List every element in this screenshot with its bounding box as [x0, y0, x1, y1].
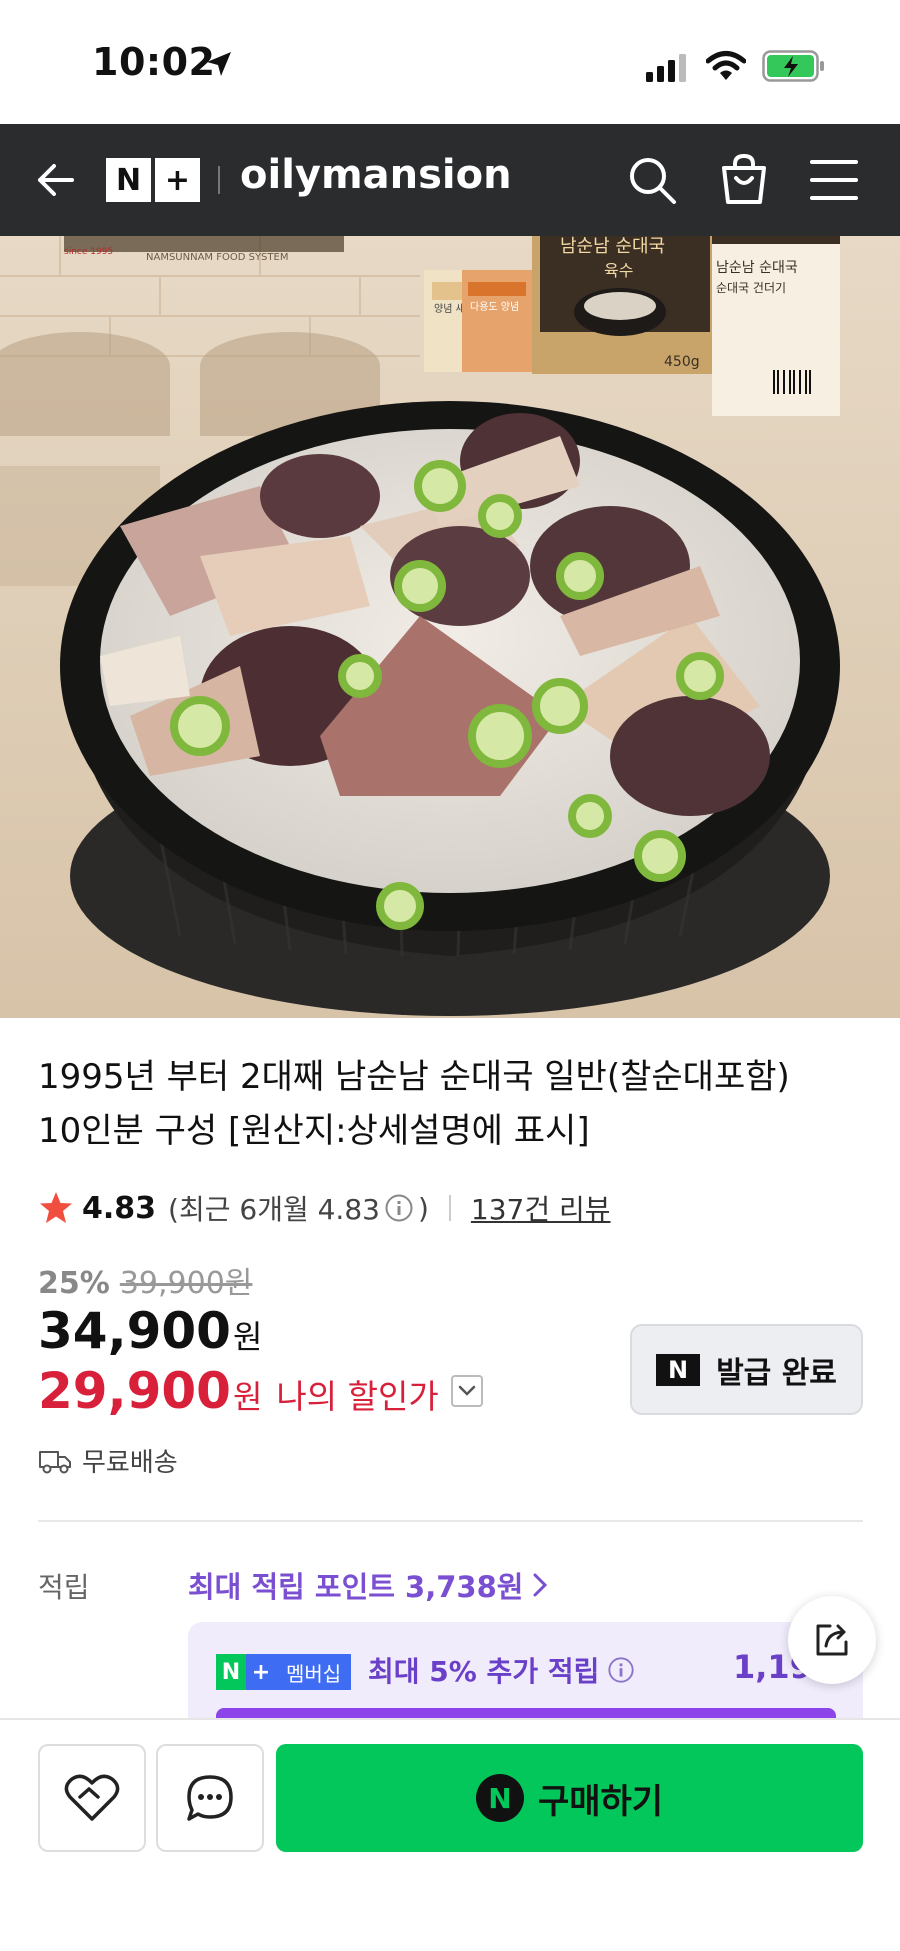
product-title-line2: 10인분 구성 [원산지:상세설명에 표시] — [38, 1111, 590, 1151]
logo-n: N — [106, 158, 151, 202]
star-icon — [40, 1192, 72, 1223]
naver-plus-membership-badge: N + 멤버십 — [216, 1654, 352, 1690]
shipping-text: 무료배송 — [82, 1448, 178, 1478]
battery-charging-icon — [762, 50, 824, 82]
sale-price-unit: 원 — [232, 1318, 263, 1356]
membership-extra-points: 최대 5% 추가 적립 — [368, 1650, 635, 1690]
buy-label: 구매하기 — [537, 1781, 664, 1822]
badge-n: N — [216, 1654, 246, 1690]
wifi-icon — [706, 51, 746, 80]
shopping-bag-icon[interactable] — [718, 152, 770, 206]
section-divider — [38, 1520, 863, 1522]
share-icon — [816, 1624, 848, 1656]
max-points-text: 최대 적립 포인트 3,738원 — [188, 1570, 524, 1604]
points-label: 적립 — [38, 1571, 90, 1604]
chevron-down-icon — [458, 1385, 475, 1396]
rating-row: 4.83 (최근 6개월 4.83 ) 137건 리뷰 — [38, 1188, 611, 1228]
wishlist-button[interactable] — [38, 1744, 146, 1852]
my-discount-label: 나의 할인가 — [276, 1377, 439, 1416]
rating-divider — [448, 1195, 451, 1221]
original-price: 39,900원 — [119, 1266, 253, 1301]
sauce1-label: 양념 새 — [434, 303, 465, 315]
talk-talk-button[interactable] — [156, 1744, 264, 1852]
info-icon[interactable] — [607, 1656, 635, 1684]
package2-title: 남순남 순대국 — [716, 260, 798, 276]
store-header: N + oilymansion — [0, 124, 900, 236]
my-discount-price: 29,900 — [38, 1362, 231, 1420]
shipping-row: 무료배송 — [38, 1442, 178, 1479]
membership-points-box: N + 멤버십 최대 5% 추가 적립 1,190 — [188, 1622, 863, 1720]
naver-pay-icon: N — [475, 1774, 524, 1822]
badge-membership: 멤버십 — [276, 1654, 352, 1690]
coupon-issued-button[interactable]: N 발급 완료 — [630, 1324, 863, 1415]
back-arrow-icon[interactable] — [32, 156, 80, 204]
chevron-right-icon — [533, 1573, 548, 1597]
price-detail-toggle[interactable] — [450, 1375, 483, 1407]
coupon-label: 발급 완료 — [716, 1355, 837, 1391]
my-discount-price-unit: 원 — [232, 1378, 263, 1416]
bottom-action-bar: N 구매하기 — [0, 1718, 900, 1951]
price-row: 34,900 원 — [38, 1302, 262, 1360]
brand-tagline: NAMSUNNAM FOOD SYSTEM — [146, 252, 288, 263]
my-price-row: 29,900 원 나의 할인가 — [38, 1362, 483, 1420]
soup-photo: NAMSUNNAM FOOD SYSTEM since 1995 양념 새 다용… — [0, 236, 900, 1018]
membership-extra-text: 최대 5% 추가 적립 — [368, 1655, 600, 1688]
review-count-link[interactable]: 137건 리뷰 — [471, 1188, 611, 1228]
discount-row: 25% 39,900원 — [38, 1258, 252, 1302]
package-weight: 450g — [664, 354, 700, 370]
naver-coupon-icon: N — [656, 1353, 701, 1386]
package-title: 남순남 순대국 — [560, 236, 665, 257]
sale-price: 34,900 — [38, 1302, 231, 1360]
sauce2-label: 다용도 양념 — [470, 301, 519, 313]
cellular-signal-icon — [646, 54, 686, 82]
logo-plus: + — [155, 158, 200, 202]
status-bar: 10:02 — [0, 0, 900, 124]
share-button[interactable] — [788, 1596, 876, 1684]
max-points-link[interactable]: 최대 적립 포인트 3,738원 — [188, 1564, 549, 1606]
rating-recent-close: ) — [417, 1191, 429, 1225]
location-arrow-icon — [207, 52, 231, 76]
rating-recent: (최근 6개월 4.83 — [168, 1193, 380, 1226]
since-text: since 1995 — [64, 247, 113, 257]
package2-subtitle: 순대국 건더기 — [716, 281, 786, 295]
package-subtitle: 육수 — [604, 261, 633, 280]
product-title-line1: 1995년 부터 2대째 남순남 순대국 일반(찰순대포함) — [38, 1057, 790, 1097]
info-icon[interactable] — [384, 1193, 414, 1223]
naver-plus-logo[interactable]: N + — [106, 158, 200, 202]
store-name[interactable]: oilymansion — [240, 152, 512, 198]
delivery-truck-icon — [39, 1450, 71, 1473]
product-image[interactable]: NAMSUNNAM FOOD SYSTEM since 1995 양념 새 다용… — [0, 236, 900, 1018]
rating-value: 4.83 — [82, 1190, 157, 1226]
status-time: 10:02 — [92, 40, 216, 84]
talk-chat-icon — [187, 1775, 233, 1821]
discount-rate: 25% — [38, 1266, 110, 1301]
buy-button[interactable]: N 구매하기 — [276, 1744, 863, 1852]
product-title: 1995년 부터 2대째 남순남 순대국 일반(찰순대포함) 10인분 구성 [… — [38, 1050, 868, 1158]
menu-icon[interactable] — [810, 158, 858, 202]
badge-plus: + — [246, 1654, 276, 1690]
wishlist-heart-icon — [64, 1774, 120, 1821]
search-icon[interactable] — [626, 154, 678, 206]
header-divider — [218, 166, 220, 194]
